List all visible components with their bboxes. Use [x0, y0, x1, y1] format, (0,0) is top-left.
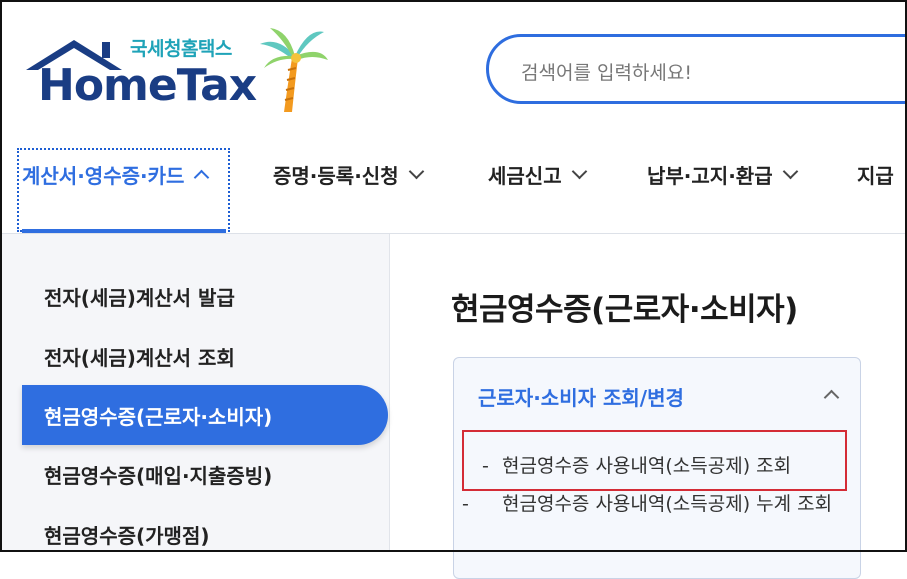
- link-cash-receipt-cumulative-inquiry[interactable]: - 현금영수증 사용내역(소득공제) 누계 조회: [462, 490, 834, 518]
- brand-korean-name: 국세청홈택스: [130, 38, 232, 60]
- highlight-box: [462, 430, 847, 491]
- sidebar-item-cash-receipt-merchant[interactable]: 현금영수증(가맹점): [44, 520, 209, 549]
- hometax-logo[interactable]: 국세청홈택스 HomeTax: [20, 28, 330, 116]
- chevron-down-icon: [571, 163, 587, 180]
- chevron-down-icon: [782, 163, 798, 180]
- chevron-up-icon[interactable]: [823, 389, 840, 406]
- sidebar-item-cash-receipt-consumer[interactable]: 현금영수증(근로자·소비자): [22, 385, 388, 445]
- nav-item-label: 납부·고지·환급: [647, 164, 773, 188]
- nav-item-certificates[interactable]: 증명·등록·신청: [273, 160, 424, 189]
- brand-name: HomeTax: [38, 60, 257, 111]
- nav-item-tax-filing[interactable]: 세금신고: [488, 160, 587, 189]
- nav-item-label: 세금신고: [488, 164, 562, 188]
- link-label: 현금영수증 사용내역(소득공제) 누계 조회: [502, 493, 833, 515]
- nav-item-payment-statements[interactable]: 지급: [857, 160, 894, 189]
- nav-item-label: 증명·등록·신청: [273, 164, 399, 188]
- nav-focus-ring: [17, 148, 230, 232]
- sidebar-item-label: 현금영수증(근로자·소비자): [44, 405, 273, 429]
- section-title[interactable]: 근로자·소비자 조회/변경: [478, 382, 684, 411]
- search-placeholder: 검색어를 입력하세요!: [521, 62, 692, 84]
- palm-tree-icon: [260, 28, 328, 112]
- sidebar-item-cash-receipt-business[interactable]: 현금영수증(매입·지출증빙): [44, 460, 272, 489]
- chevron-down-icon: [408, 163, 424, 180]
- sidebar-item-e-invoice-inquiry[interactable]: 전자(세금)계산서 조회: [44, 342, 235, 371]
- dash-bullet-icon: -: [462, 493, 469, 515]
- nav-item-label: 지급: [857, 164, 894, 188]
- search-input[interactable]: 검색어를 입력하세요!: [486, 34, 907, 104]
- nav-item-payments[interactable]: 납부·고지·환급: [647, 160, 798, 189]
- sidebar-item-e-invoice-issue[interactable]: 전자(세금)계산서 발급: [44, 282, 235, 311]
- page-title: 현금영수증(근로자·소비자): [451, 292, 798, 328]
